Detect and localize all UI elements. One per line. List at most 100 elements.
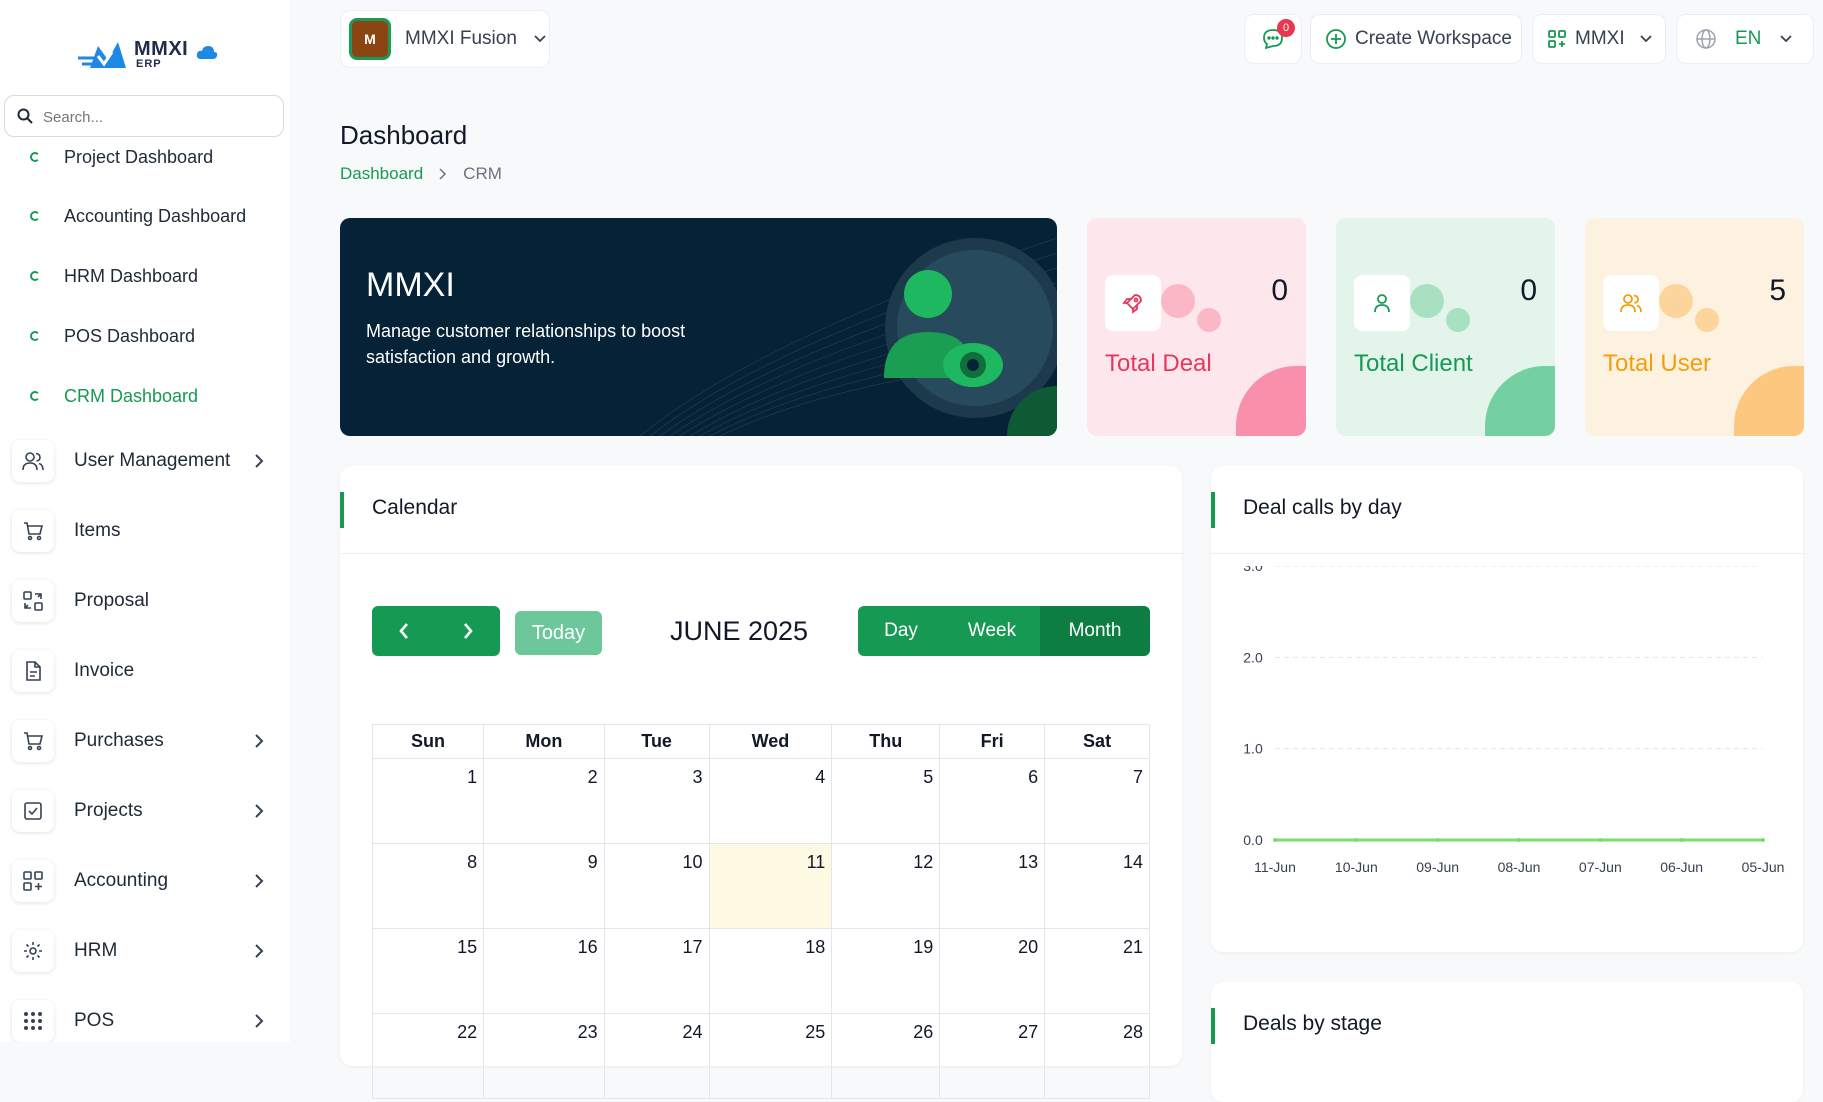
brand-logo[interactable]: MMXI ERP bbox=[76, 30, 226, 74]
chevron-right-icon bbox=[255, 944, 264, 958]
calendar-day[interactable]: 25 bbox=[708, 1013, 833, 1099]
data-point[interactable] bbox=[1761, 838, 1765, 842]
calendar-day[interactable]: 8 bbox=[371, 843, 485, 929]
calendar-day[interactable]: 15 bbox=[371, 928, 485, 1014]
topbar: M MMXI Fusion 0 Create Workspace MMXI EN bbox=[290, 0, 1823, 80]
logo-mark-icon bbox=[78, 42, 126, 68]
calendar-week-row: 8 9 10 11 12 13 14 bbox=[371, 843, 1150, 929]
search-input[interactable] bbox=[43, 106, 273, 128]
sidebar-subitem-hrm-dashboard[interactable]: HRM Dashboard bbox=[30, 261, 198, 291]
sidebar-item-accounting[interactable]: Accounting bbox=[12, 858, 282, 904]
deals-by-stage-title: Deals by stage bbox=[1243, 1012, 1382, 1035]
nav-label: Items bbox=[74, 520, 121, 541]
sidebar-item-invoice[interactable]: Invoice bbox=[12, 648, 282, 694]
stat-value: 5 bbox=[1769, 274, 1786, 307]
sidebar-item-user-management[interactable]: User Management bbox=[12, 438, 282, 484]
calendar-day[interactable]: 28 bbox=[1044, 1013, 1150, 1099]
calendar-day[interactable]: 12 bbox=[831, 843, 941, 929]
x-tick-label: 06-Jun bbox=[1660, 859, 1703, 875]
sidebar-item-hrm[interactable]: HRM bbox=[12, 928, 282, 974]
decor-corner bbox=[1236, 366, 1306, 436]
chevron-right-icon bbox=[255, 734, 264, 748]
users-icon bbox=[12, 440, 54, 482]
calendar-day[interactable]: 9 bbox=[483, 843, 605, 929]
data-point[interactable] bbox=[1354, 838, 1359, 842]
view-day-button[interactable]: Day bbox=[858, 606, 944, 656]
calendar-day[interactable]: 26 bbox=[831, 1013, 941, 1099]
sidebar-subitem-project-dashboard[interactable]: Project Dashboard bbox=[30, 146, 214, 172]
sidebar-item-purchases[interactable]: Purchases bbox=[12, 718, 282, 764]
calendar-day[interactable]: 2 bbox=[483, 758, 605, 844]
calendar-day[interactable]: 22 bbox=[371, 1013, 485, 1099]
calendar-day[interactable]: 20 bbox=[939, 928, 1046, 1014]
sidebar-item-proposal[interactable]: Proposal bbox=[12, 578, 282, 624]
sidebar-subitem-crm-dashboard[interactable]: CRM Dashboard bbox=[30, 381, 198, 411]
messages-button[interactable]: 0 bbox=[1244, 14, 1302, 64]
language-label: EN bbox=[1735, 28, 1762, 49]
sidebar: MMXI ERP Project Dashboard Accounting Da… bbox=[0, 0, 290, 1042]
calendar-day[interactable]: 27 bbox=[939, 1013, 1046, 1099]
stat-label: Total Client bbox=[1354, 350, 1473, 377]
data-point[interactable] bbox=[1679, 838, 1684, 842]
cloud-icon bbox=[196, 46, 218, 59]
calendar-day[interactable]: 4 bbox=[708, 758, 833, 844]
breadcrumb-current: CRM bbox=[463, 164, 502, 183]
calendar-day[interactable]: 24 bbox=[603, 1013, 710, 1099]
calendar-day[interactable]: 5 bbox=[831, 758, 941, 844]
calendar-day[interactable]: 7 bbox=[1044, 758, 1150, 844]
data-point[interactable] bbox=[1517, 838, 1521, 842]
header-accent bbox=[340, 492, 344, 528]
x-tick-label: 10-Jun bbox=[1335, 859, 1378, 875]
workspace-name: MMXI Fusion bbox=[405, 28, 517, 49]
y-tick-label: 1.0 bbox=[1243, 741, 1263, 757]
calendar-title: Calendar bbox=[372, 496, 458, 519]
view-week-button[interactable]: Week bbox=[944, 606, 1040, 656]
calendar-day[interactable]: 23 bbox=[483, 1013, 605, 1099]
calendar-week-row: 1 2 3 4 5 6 7 bbox=[371, 758, 1150, 844]
next-month-button[interactable] bbox=[436, 606, 500, 656]
search-box[interactable] bbox=[4, 95, 284, 137]
calendar-day[interactable]: 18 bbox=[708, 928, 833, 1014]
calendar-day[interactable]: 1 bbox=[371, 758, 485, 844]
decor-corner bbox=[1734, 366, 1804, 436]
user-menu-button[interactable]: MMXI bbox=[1532, 14, 1666, 64]
nav-label: Projects bbox=[74, 800, 143, 821]
sidebar-item-projects[interactable]: Projects bbox=[12, 788, 282, 834]
plus-circle-icon bbox=[1326, 29, 1346, 49]
sidebar-item-pos[interactable]: POS bbox=[12, 998, 282, 1042]
data-point[interactable] bbox=[1273, 838, 1277, 842]
subitem-label: Project Dashboard bbox=[64, 146, 214, 167]
calendar-day[interactable]: 6 bbox=[939, 758, 1046, 844]
check-square-icon bbox=[12, 790, 54, 832]
calendar-day[interactable]: 21 bbox=[1044, 928, 1150, 1014]
calendar-day[interactable]: 14 bbox=[1044, 843, 1150, 929]
nav-label: POS bbox=[74, 1010, 115, 1031]
calendar-day[interactable]: 10 bbox=[603, 843, 710, 929]
calendar-day[interactable]: 3 bbox=[603, 758, 710, 844]
sidebar-item-items[interactable]: Items bbox=[12, 508, 282, 554]
file-icon bbox=[12, 650, 54, 692]
prev-month-button[interactable] bbox=[372, 606, 436, 656]
deal-calls-title: Deal calls by day bbox=[1243, 496, 1402, 519]
bullet-icon bbox=[30, 152, 40, 162]
breadcrumb-dashboard-link[interactable]: Dashboard bbox=[340, 164, 423, 184]
weekday-header: Thu bbox=[831, 724, 941, 759]
view-switcher: Day Week Month bbox=[858, 606, 1150, 656]
workspace-selector[interactable]: M MMXI Fusion bbox=[340, 10, 550, 68]
bullet-icon bbox=[30, 391, 40, 401]
calendar-day[interactable]: 17 bbox=[603, 928, 710, 1014]
calendar-day-today[interactable]: 11 bbox=[708, 843, 833, 929]
data-point[interactable] bbox=[1435, 838, 1440, 842]
today-button[interactable]: Today bbox=[515, 611, 602, 655]
calendar-day[interactable]: 19 bbox=[831, 928, 941, 1014]
sidebar-subitem-accounting-dashboard[interactable]: Accounting Dashboard bbox=[30, 201, 246, 231]
language-selector[interactable]: EN bbox=[1676, 14, 1814, 64]
view-month-button[interactable]: Month bbox=[1040, 606, 1150, 656]
create-workspace-button[interactable]: Create Workspace bbox=[1310, 14, 1522, 64]
data-point[interactable] bbox=[1598, 838, 1603, 842]
calendar-day[interactable]: 16 bbox=[483, 928, 605, 1014]
chevron-right-icon bbox=[255, 874, 264, 888]
calendar-day[interactable]: 13 bbox=[939, 843, 1046, 929]
page-title: Dashboard bbox=[340, 120, 468, 150]
sidebar-subitem-pos-dashboard[interactable]: POS Dashboard bbox=[30, 321, 195, 351]
